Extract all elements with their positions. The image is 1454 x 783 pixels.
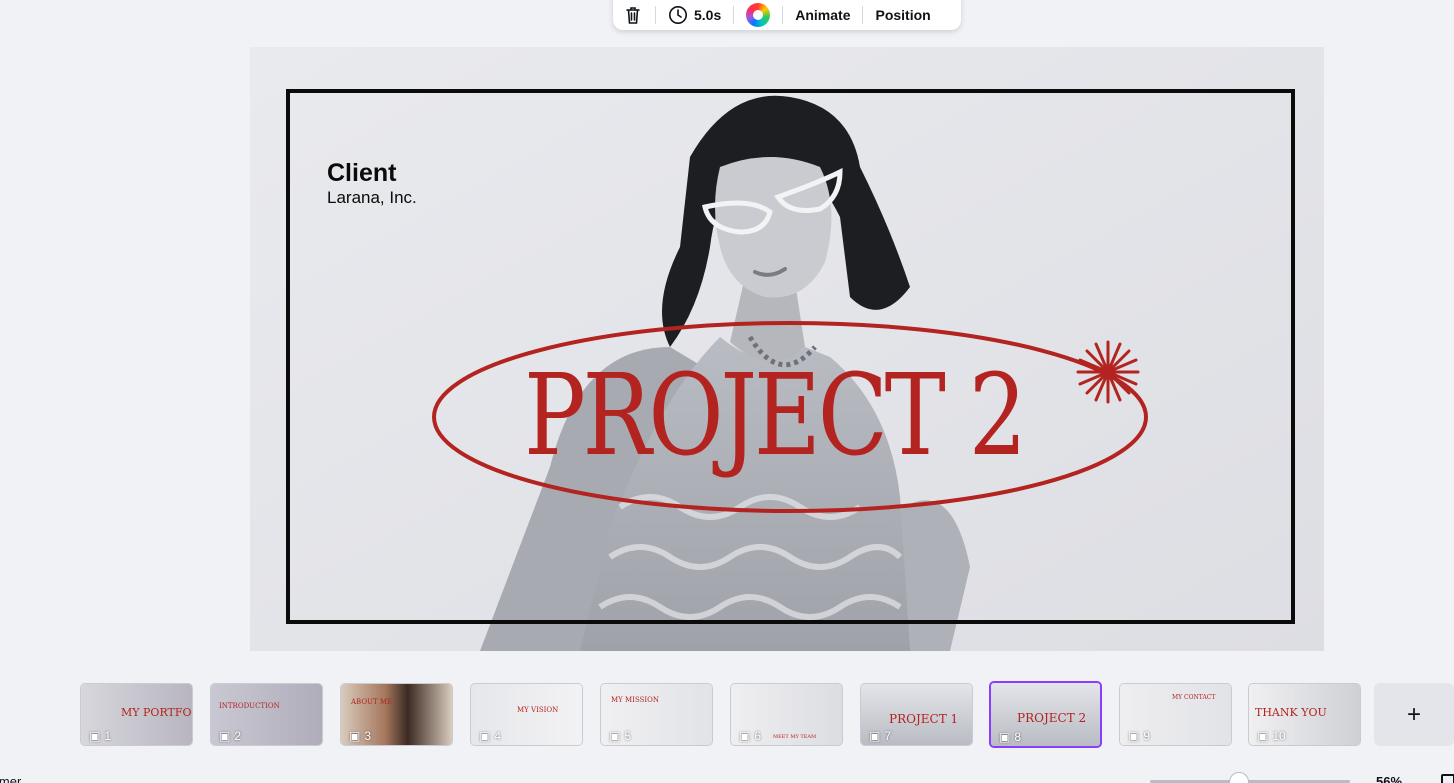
duration-label: 5.0s bbox=[694, 7, 722, 23]
presenter-icon: ▣ bbox=[1128, 729, 1140, 743]
thumbnail-caption: MY VISION bbox=[517, 706, 559, 714]
thumbnail-number: ▣ 7 bbox=[869, 729, 892, 743]
toolbar-divider bbox=[733, 6, 735, 24]
thumbnail-number: ▣ 9 bbox=[1128, 729, 1151, 743]
page-thumbnail[interactable]: MY MISSION ▣ 5 bbox=[600, 683, 713, 746]
color-wheel-icon bbox=[746, 3, 771, 27]
toolbar-divider bbox=[862, 6, 864, 24]
duration-button[interactable]: 5.0s bbox=[668, 1, 721, 29]
thumbnail-number: ▣ 1 bbox=[89, 729, 112, 743]
animate-button[interactable]: Animate bbox=[795, 1, 850, 29]
thumbnail-number: ▣ 2 bbox=[219, 729, 242, 743]
page-thumbnail-active[interactable]: PROJECT 2 ▣ 8 bbox=[989, 681, 1102, 748]
thumbnail-number: ▣ 3 bbox=[349, 729, 372, 743]
color-button[interactable] bbox=[746, 1, 771, 29]
delete-button[interactable] bbox=[623, 1, 643, 29]
client-label[interactable]: Client bbox=[327, 159, 396, 188]
thumbnail-caption: MEET MY TEAM bbox=[773, 734, 817, 740]
presenter-icon: ▣ bbox=[869, 729, 881, 743]
page-thumbnail[interactable]: MY CONTACT ▣ 9 bbox=[1119, 683, 1232, 746]
client-name[interactable]: Larana, Inc. bbox=[327, 188, 417, 208]
thumbnail-caption: THANK YOU bbox=[1255, 706, 1327, 719]
page-thumbnail[interactable]: PROJECT 1 ▣ 7 bbox=[860, 683, 973, 746]
thumbnail-caption: MY CONTACT bbox=[1172, 694, 1216, 701]
trash-icon bbox=[623, 5, 643, 25]
thumbnail-number: ▣ 10 bbox=[1257, 729, 1286, 743]
clock-icon bbox=[668, 5, 688, 25]
position-button[interactable]: Position bbox=[875, 1, 930, 29]
thumbnail-number: ▣ 6 bbox=[739, 729, 762, 743]
presenter-icon: ▣ bbox=[89, 729, 101, 743]
project-title[interactable]: PROJECT 2 bbox=[524, 351, 1027, 481]
timer-button[interactable]: imer bbox=[0, 774, 21, 783]
page-thumbnail[interactable]: ABOUT ME ▣ 3 bbox=[340, 683, 453, 746]
pages-view-icon[interactable] bbox=[1441, 774, 1454, 783]
toolbar-divider bbox=[782, 6, 784, 24]
thumbnail-caption: INTRODUCTION bbox=[219, 702, 280, 710]
page-thumbnail[interactable]: MY VISION ▣ 4 bbox=[470, 683, 583, 746]
presenter-icon: ▣ bbox=[999, 730, 1011, 744]
thumbnail-caption: MY MISSION bbox=[611, 696, 660, 704]
thumbnail-number: ▣ 8 bbox=[999, 730, 1022, 744]
page-thumbnail[interactable]: MEET MY TEAM ▣ 6 bbox=[730, 683, 843, 746]
page-thumbnail[interactable]: MY PORTFOLIO ▣1 bbox=[80, 683, 193, 746]
thumbnail-number: ▣ 5 bbox=[609, 729, 632, 743]
add-page-button[interactable]: + bbox=[1374, 683, 1454, 746]
thumbnail-caption: PROJECT 2 bbox=[1017, 711, 1087, 725]
thumbnail-caption: PROJECT 1 bbox=[889, 712, 959, 726]
presenter-icon: ▣ bbox=[1257, 729, 1269, 743]
page-thumbnail[interactable]: INTRODUCTION ▣ 2 bbox=[210, 683, 323, 746]
zoom-slider-handle[interactable] bbox=[1229, 772, 1249, 783]
toolbar-divider bbox=[655, 6, 656, 24]
zoom-percentage[interactable]: 56% bbox=[1376, 774, 1402, 783]
thumbnail-number: ▣ 4 bbox=[479, 729, 502, 743]
slide-canvas[interactable]: Client Larana, Inc. PROJECT 2 bbox=[250, 47, 1324, 651]
presenter-icon: ▣ bbox=[739, 729, 751, 743]
presenter-icon: ▣ bbox=[609, 729, 621, 743]
presenter-icon: ▣ bbox=[349, 729, 361, 743]
thumbnail-caption: MY PORTFOLIO bbox=[121, 706, 192, 719]
page-thumbnail[interactable]: THANK YOU ▣ 10 bbox=[1248, 683, 1361, 746]
starburst-icon[interactable] bbox=[1076, 340, 1140, 404]
element-toolbar: 5.0s Animate Position bbox=[613, 0, 961, 30]
presenter-icon: ▣ bbox=[479, 729, 491, 743]
thumbnail-caption: ABOUT ME bbox=[351, 698, 393, 706]
presenter-icon: ▣ bbox=[219, 729, 231, 743]
